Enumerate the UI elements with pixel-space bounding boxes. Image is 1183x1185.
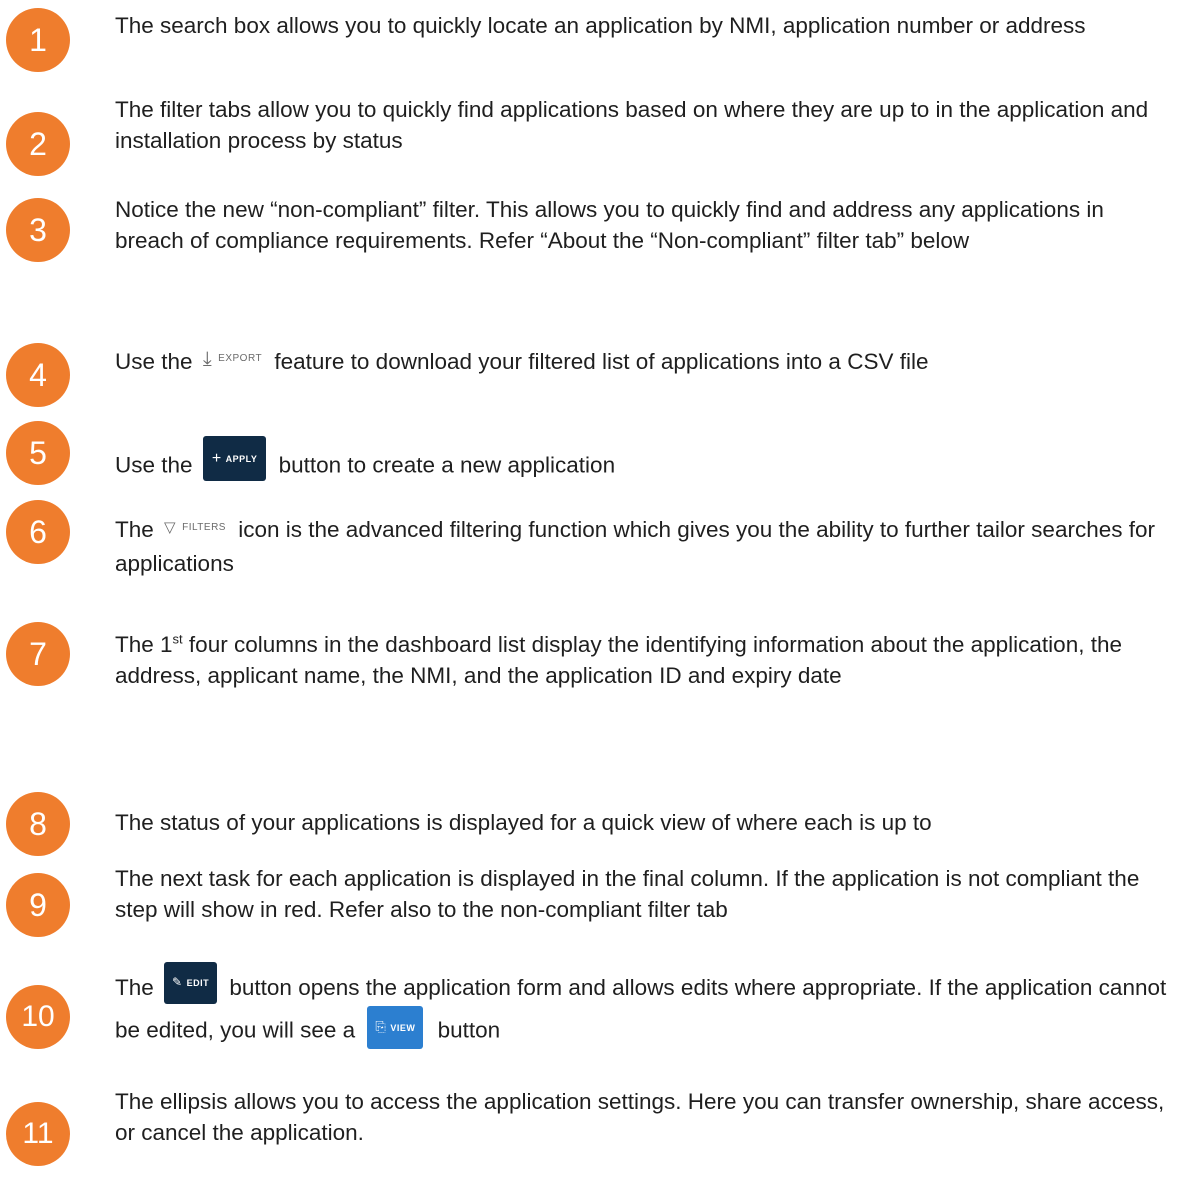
step-text-before: The 1 — [115, 632, 173, 657]
step-text-after: button to create a new application — [278, 452, 616, 478]
step-number-badge: 11 — [6, 1102, 70, 1166]
export-button-sample: ⤓ EXPORT — [203, 340, 262, 374]
step-number-badge: 10 — [6, 985, 70, 1049]
view-label: VIEW — [390, 1023, 416, 1033]
step-text: The filter tabs allow you to quickly fin… — [115, 97, 1149, 153]
apply-button-sample: + APPLY — [202, 436, 267, 481]
download-arrow-icon: ⤓ — [202, 348, 213, 371]
apply-label: APPLY — [225, 454, 258, 464]
step-number-badge: 7 — [6, 622, 70, 686]
document-view-icon: ⎘ — [375, 1019, 387, 1034]
step-text-after: icon is the advanced filtering function … — [115, 517, 1155, 576]
step-text: The ✎ EDIT button opens the application f… — [115, 962, 1177, 1053]
step-number-badge: 5 — [6, 421, 70, 485]
step-text-after: four columns in the dashboard list displ… — [115, 632, 1122, 688]
step-text: The status of your applications is displ… — [115, 810, 932, 835]
filters-label: FILTERS — [182, 521, 226, 533]
step-text: Notice the new “non-compliant” filter. T… — [115, 197, 1104, 253]
edit-button-sample: ✎ EDIT — [164, 962, 218, 1004]
pencil-icon: ✎ — [172, 975, 183, 989]
step-number-badge: 4 — [6, 343, 70, 407]
step-text-before: Use the — [115, 452, 193, 478]
step-number-badge: 1 — [6, 8, 70, 72]
view-button-sample: ⎘ VIEW — [367, 1006, 424, 1049]
step-text-before: The — [115, 974, 154, 1000]
plus-icon: + — [211, 450, 222, 467]
edit-label: EDIT — [186, 978, 210, 988]
export-label: EXPORT — [218, 353, 263, 365]
step-text-after: button — [437, 1017, 501, 1043]
ordinal-suffix: st — [172, 631, 183, 647]
step-text: The 1st four columns in the dashboard li… — [115, 629, 1177, 691]
step-text: The ellipsis allows you to access the ap… — [115, 1089, 1165, 1145]
funnel-icon: ▽ — [164, 518, 177, 536]
step-number-badge: 6 — [6, 500, 70, 564]
step-text: The ▽ FILTERS icon is the advanced filter… — [115, 514, 1177, 579]
step-number-badge: 8 — [6, 792, 70, 856]
step-text-after: feature to download your filtered list o… — [274, 349, 929, 374]
step-text-before: Use the — [115, 349, 193, 374]
step-number-badge: 3 — [6, 198, 70, 262]
step-text-before: The — [115, 517, 154, 542]
step-text: The next task for each application is di… — [115, 866, 1140, 922]
step-text: Use the ⤓ EXPORT feature to download your… — [115, 346, 1177, 380]
step-text-middle: button opens the application form and al… — [115, 974, 1167, 1043]
step-text: Use the + APPLY button to create a new ap… — [115, 436, 1177, 489]
step-text: The search box allows you to quickly loc… — [115, 13, 1086, 38]
step-number-badge: 9 — [6, 873, 70, 937]
filters-button-sample: ▽ FILTERS — [164, 510, 226, 543]
step-number-badge: 2 — [6, 112, 70, 176]
